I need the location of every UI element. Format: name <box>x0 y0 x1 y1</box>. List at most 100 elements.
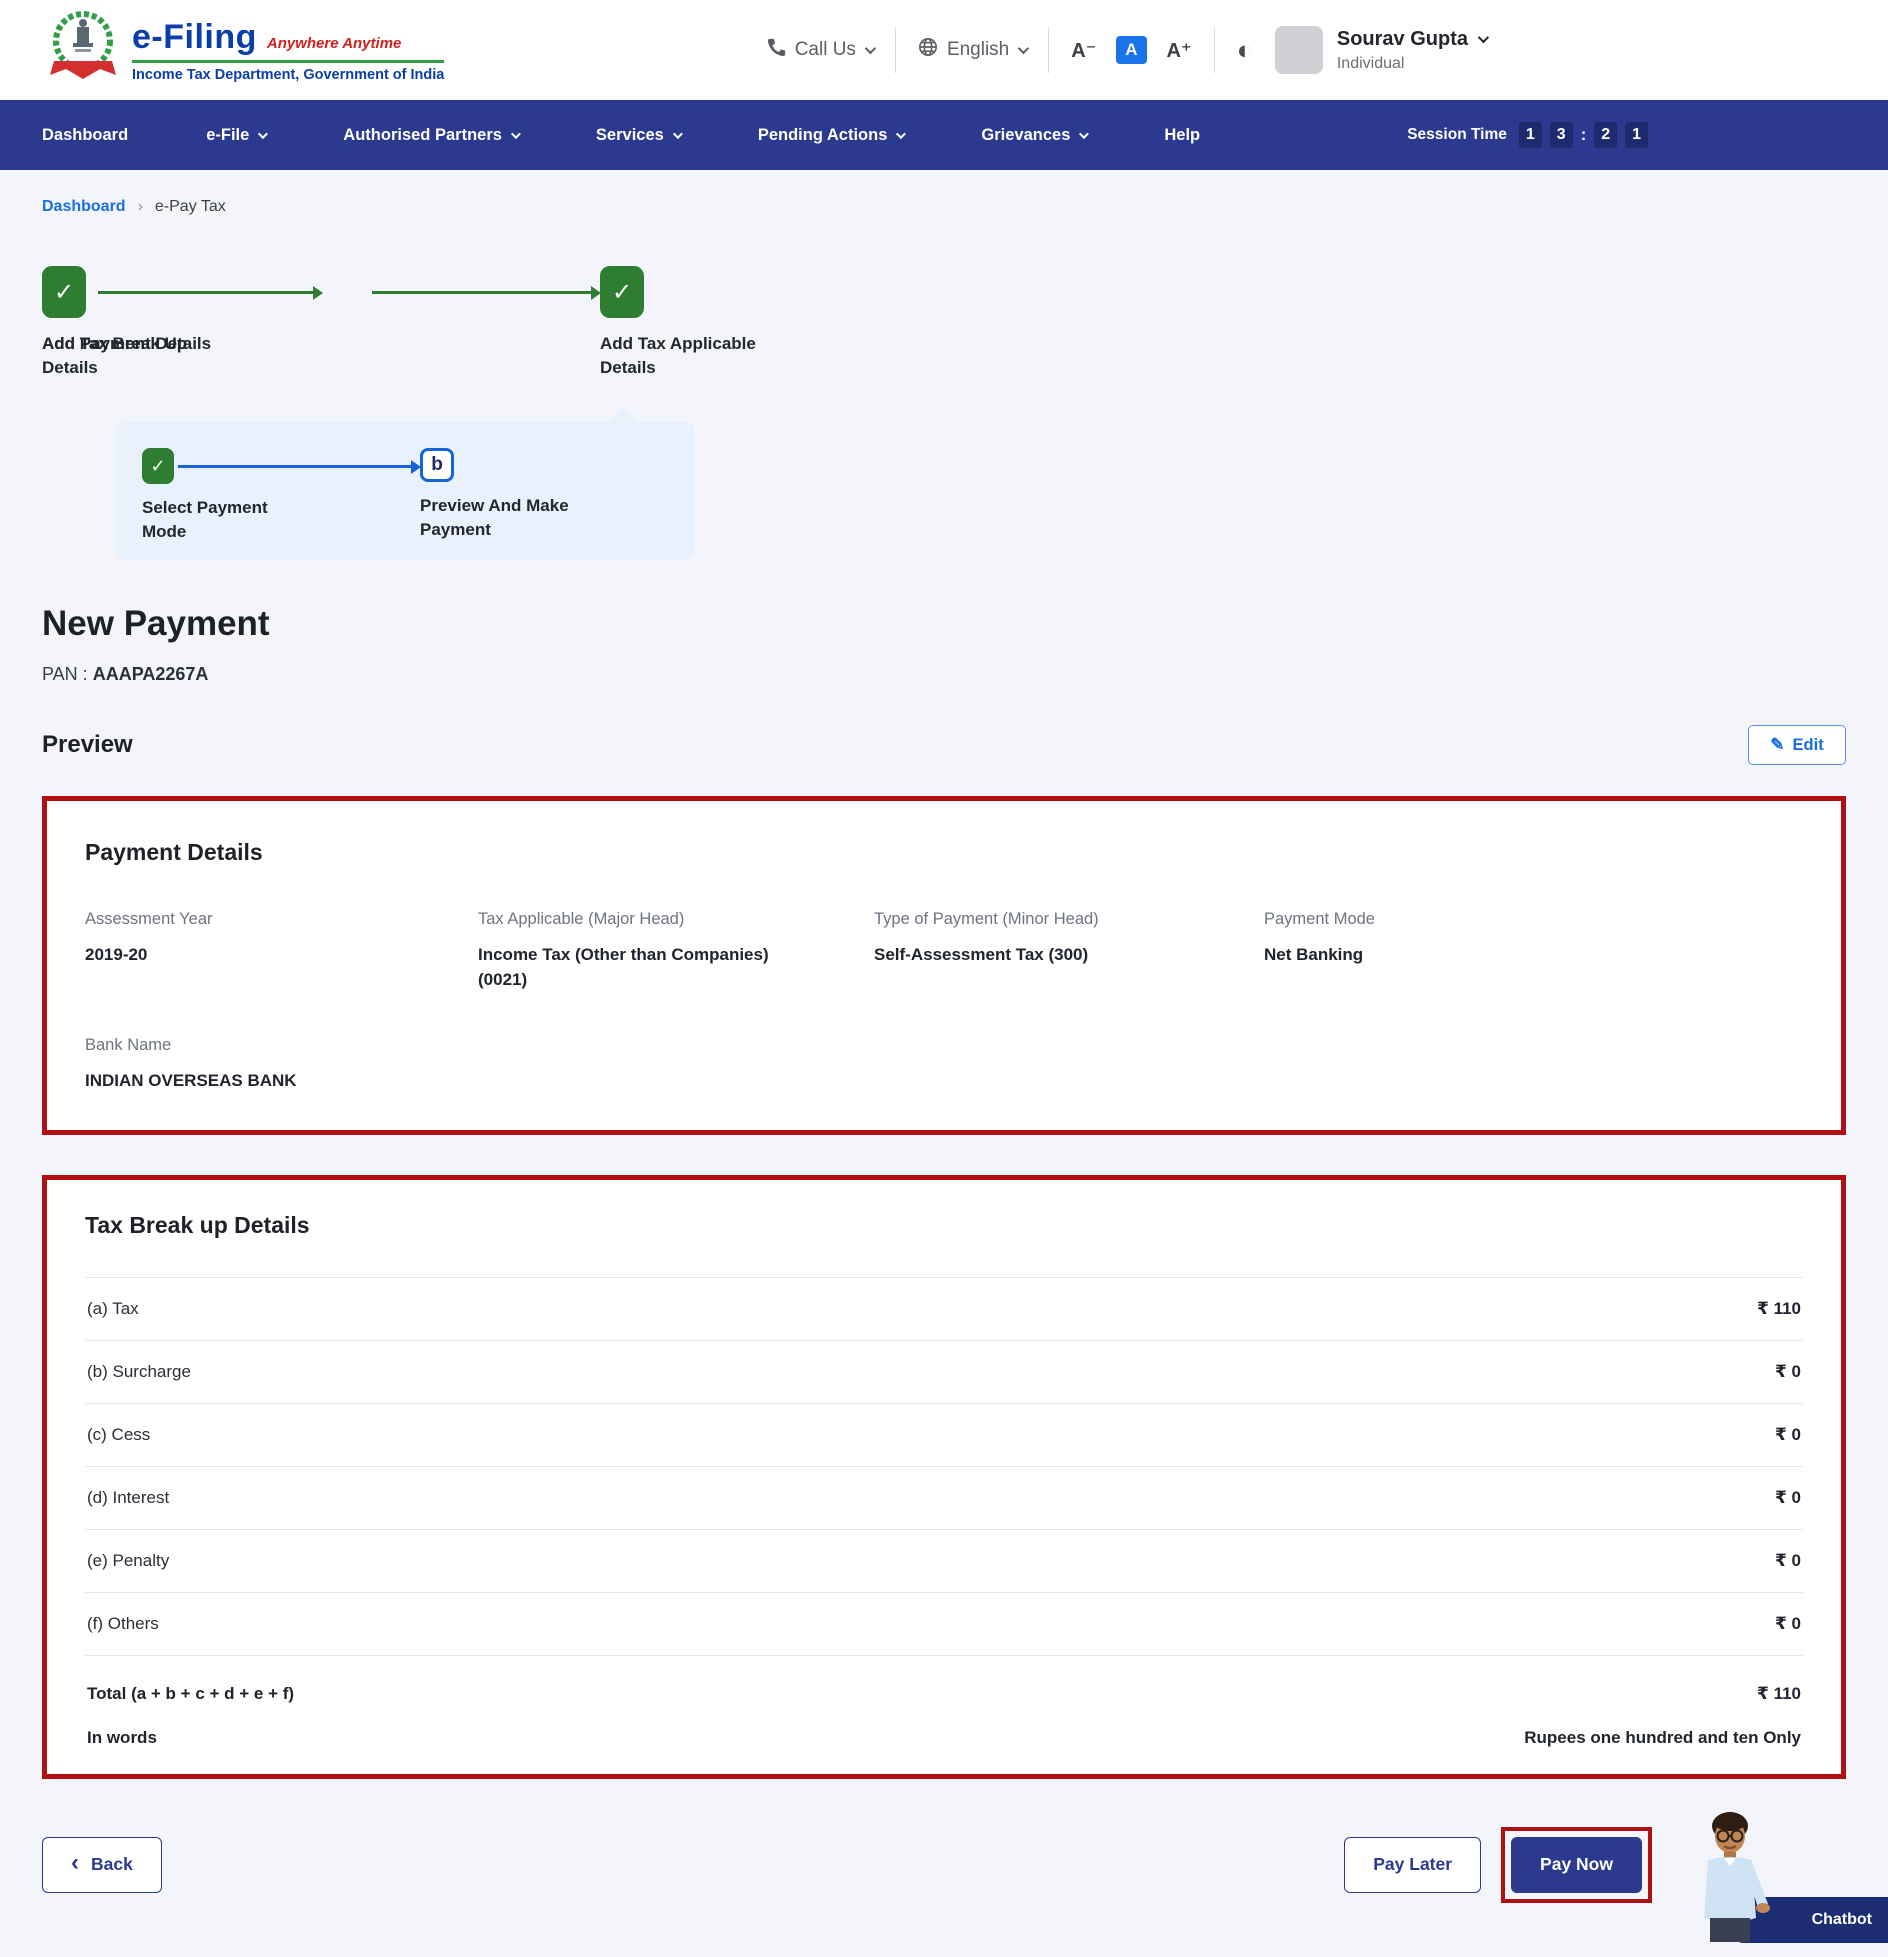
pay-later-label: Pay Later <box>1373 1854 1453 1875</box>
nav-item-efile[interactable]: e-File <box>206 126 269 145</box>
table-row: (d) Interest ₹ 0 <box>85 1467 1803 1530</box>
nav-item-authorised-partners[interactable]: Authorised Partners <box>343 126 521 145</box>
pan-value: AAAPA2267A <box>92 664 209 684</box>
step-add-payment-details: ✓ Add Payment Details <box>42 266 232 356</box>
chatbot-label: Chatbot <box>1811 1911 1872 1928</box>
substep-select-payment-mode: ✓ Select Payment Mode <box>142 448 312 544</box>
govt-emblem-icon <box>50 7 116 94</box>
step-check-icon: ✓ <box>42 266 86 318</box>
table-row: (c) Cess ₹ 0 <box>85 1404 1803 1467</box>
total-value: ₹ 110 <box>1757 1683 1801 1703</box>
chevron-down-icon <box>1018 42 1030 55</box>
page-title: New Payment <box>42 604 270 643</box>
back-button[interactable]: ‹ Back <box>42 1836 162 1893</box>
breadcrumb: Dashboard › e-Pay Tax <box>42 198 1846 216</box>
tax-breakup-rows: (a) Tax ₹ 110 (b) Surcharge ₹ 0 (c) Cess… <box>85 1276 1803 1656</box>
in-words-label: In words <box>87 1727 157 1747</box>
breadcrumb-dashboard-link[interactable]: Dashboard <box>42 198 126 216</box>
payment-details-fields: Assessment Year 2019-20 Tax Applicable (… <box>85 910 1803 1094</box>
session-separator: : <box>1580 125 1587 144</box>
globe-icon <box>918 37 938 63</box>
total-label: Total (a + b + c + d + e + f) <box>87 1683 295 1703</box>
pay-later-button[interactable]: Pay Later <box>1344 1836 1482 1893</box>
pay-now-highlight: Pay Now <box>1501 1826 1652 1903</box>
nav-item-grievances[interactable]: Grievances <box>981 126 1090 145</box>
back-button-label: Back <box>91 1854 133 1875</box>
nav-item-help[interactable]: Help <box>1164 126 1200 145</box>
field-type-of-payment: Type of Payment (Minor Head) Self-Assess… <box>874 910 1099 964</box>
chevron-down-icon <box>1477 31 1490 44</box>
chevron-down-icon <box>258 128 269 139</box>
session-time-label: Session Time <box>1407 126 1507 143</box>
brand-logo: e-Filing Anywhere Anytime Income Tax Dep… <box>50 7 445 94</box>
stepper-connector <box>372 285 601 300</box>
nav-item-services[interactable]: Services <box>596 126 683 145</box>
tax-breakup-title: Tax Break up Details <box>85 1211 310 1238</box>
brand-subtitle: Income Tax Department, Government of Ind… <box>132 66 445 83</box>
main-navigation: Dashboard e-File Authorised Partners Ser… <box>0 100 1888 170</box>
payment-details-title: Payment Details <box>85 839 263 865</box>
step-label: Add Tax Applicable Details <box>600 334 756 377</box>
field-bank-name: Bank Name INDIAN OVERSEAS BANK <box>85 1036 297 1091</box>
table-row: (e) Penalty ₹ 0 <box>85 1530 1803 1593</box>
substep-check-icon: ✓ <box>142 448 174 484</box>
pan-line: PAN : AAAPA2267A <box>42 664 1846 685</box>
chatbot-mascot-icon[interactable] <box>1690 1808 1776 1949</box>
table-row: (f) Others ₹ 0 <box>85 1593 1803 1656</box>
contrast-toggle-icon[interactable]: ◐ <box>1237 35 1253 66</box>
field-tax-applicable: Tax Applicable (Major Head) Income Tax (… <box>478 910 769 989</box>
call-us-menu[interactable]: Call Us <box>767 38 877 63</box>
font-increase-button[interactable]: A⁺ <box>1167 38 1192 63</box>
breadcrumb-separator: › <box>137 198 143 215</box>
pay-now-button[interactable]: Pay Now <box>1511 1836 1642 1893</box>
in-words-value: Rupees one hundred and ten Only <box>1524 1727 1801 1747</box>
user-role: Individual <box>1336 54 1405 72</box>
pencil-icon: ✎ <box>1770 735 1785 754</box>
tax-breakup-panel: Tax Break up Details (a) Tax ₹ 110 (b) S… <box>42 1174 1846 1779</box>
session-digit: 2 <box>1594 122 1618 148</box>
field-payment-mode: Payment Mode Net Banking <box>1264 910 1375 964</box>
page-content: Dashboard › e-Pay Tax ✓ Add Tax Applicab… <box>0 198 1888 1903</box>
divider <box>1213 27 1215 73</box>
edit-button[interactable]: ✎ Edit <box>1748 725 1846 765</box>
divider <box>1048 27 1050 73</box>
header-utilities: Call Us English A⁻ A A⁺ ◐ Sourav Gupta I… <box>767 26 1490 74</box>
payment-stepper: ✓ Add Tax Applicable Details ✓ Add Tax B… <box>42 266 1846 382</box>
font-decrease-button[interactable]: A⁻ <box>1071 38 1096 63</box>
edit-button-label: Edit <box>1792 735 1824 754</box>
payment-details-panel: Payment Details Assessment Year 2019-20 … <box>42 796 1846 1135</box>
table-row: (b) Surcharge ₹ 0 <box>85 1341 1803 1404</box>
preview-section-title: Preview <box>42 731 133 758</box>
substep-label: Preview And Make Payment <box>420 496 569 539</box>
chevron-down-icon <box>1079 128 1090 139</box>
step-check-icon: ✓ <box>600 266 644 318</box>
step-add-tax-applicable: ✓ Add Tax Applicable Details <box>600 266 790 380</box>
brand-tagline: Anywhere Anytime <box>266 34 402 52</box>
user-menu[interactable]: Sourav Gupta Individual <box>1274 26 1490 74</box>
phone-icon <box>767 38 786 63</box>
call-us-label: Call Us <box>794 39 856 60</box>
substep-label: Select Payment Mode <box>142 498 268 541</box>
session-digit: 3 <box>1549 122 1573 148</box>
chevron-down-icon <box>672 128 683 139</box>
session-timer: Session Time 1 3 : 2 1 <box>1407 122 1648 148</box>
nav-item-dashboard[interactable]: Dashboard <box>42 126 128 145</box>
footer-actions: ‹ Back Pay Later Pay Now <box>42 1826 1846 1903</box>
font-default-button[interactable]: A <box>1116 36 1147 64</box>
field-assessment-year: Assessment Year 2019-20 <box>85 910 213 964</box>
substep-badge: b <box>420 448 454 482</box>
nav-item-pending-actions[interactable]: Pending Actions <box>758 126 907 145</box>
in-words-row: In words Rupees one hundred and ten Only <box>85 1704 1803 1748</box>
avatar <box>1274 26 1323 74</box>
language-menu[interactable]: English <box>918 37 1030 63</box>
brand-rule <box>132 59 445 63</box>
step-label: Add Payment Details <box>42 334 212 353</box>
table-row: (a) Tax ₹ 110 <box>85 1278 1803 1341</box>
language-label: English <box>946 39 1010 60</box>
session-digit: 1 <box>1518 122 1542 148</box>
app-header: e-Filing Anywhere Anytime Income Tax Dep… <box>0 0 1888 100</box>
total-row: Total (a + b + c + d + e + f) ₹ 110 <box>85 1656 1803 1704</box>
substep-preview-and-make-payment: b Preview And Make Payment <box>420 448 630 542</box>
chevron-down-icon <box>896 128 907 139</box>
chevron-left-icon: ‹ <box>71 1849 79 1877</box>
